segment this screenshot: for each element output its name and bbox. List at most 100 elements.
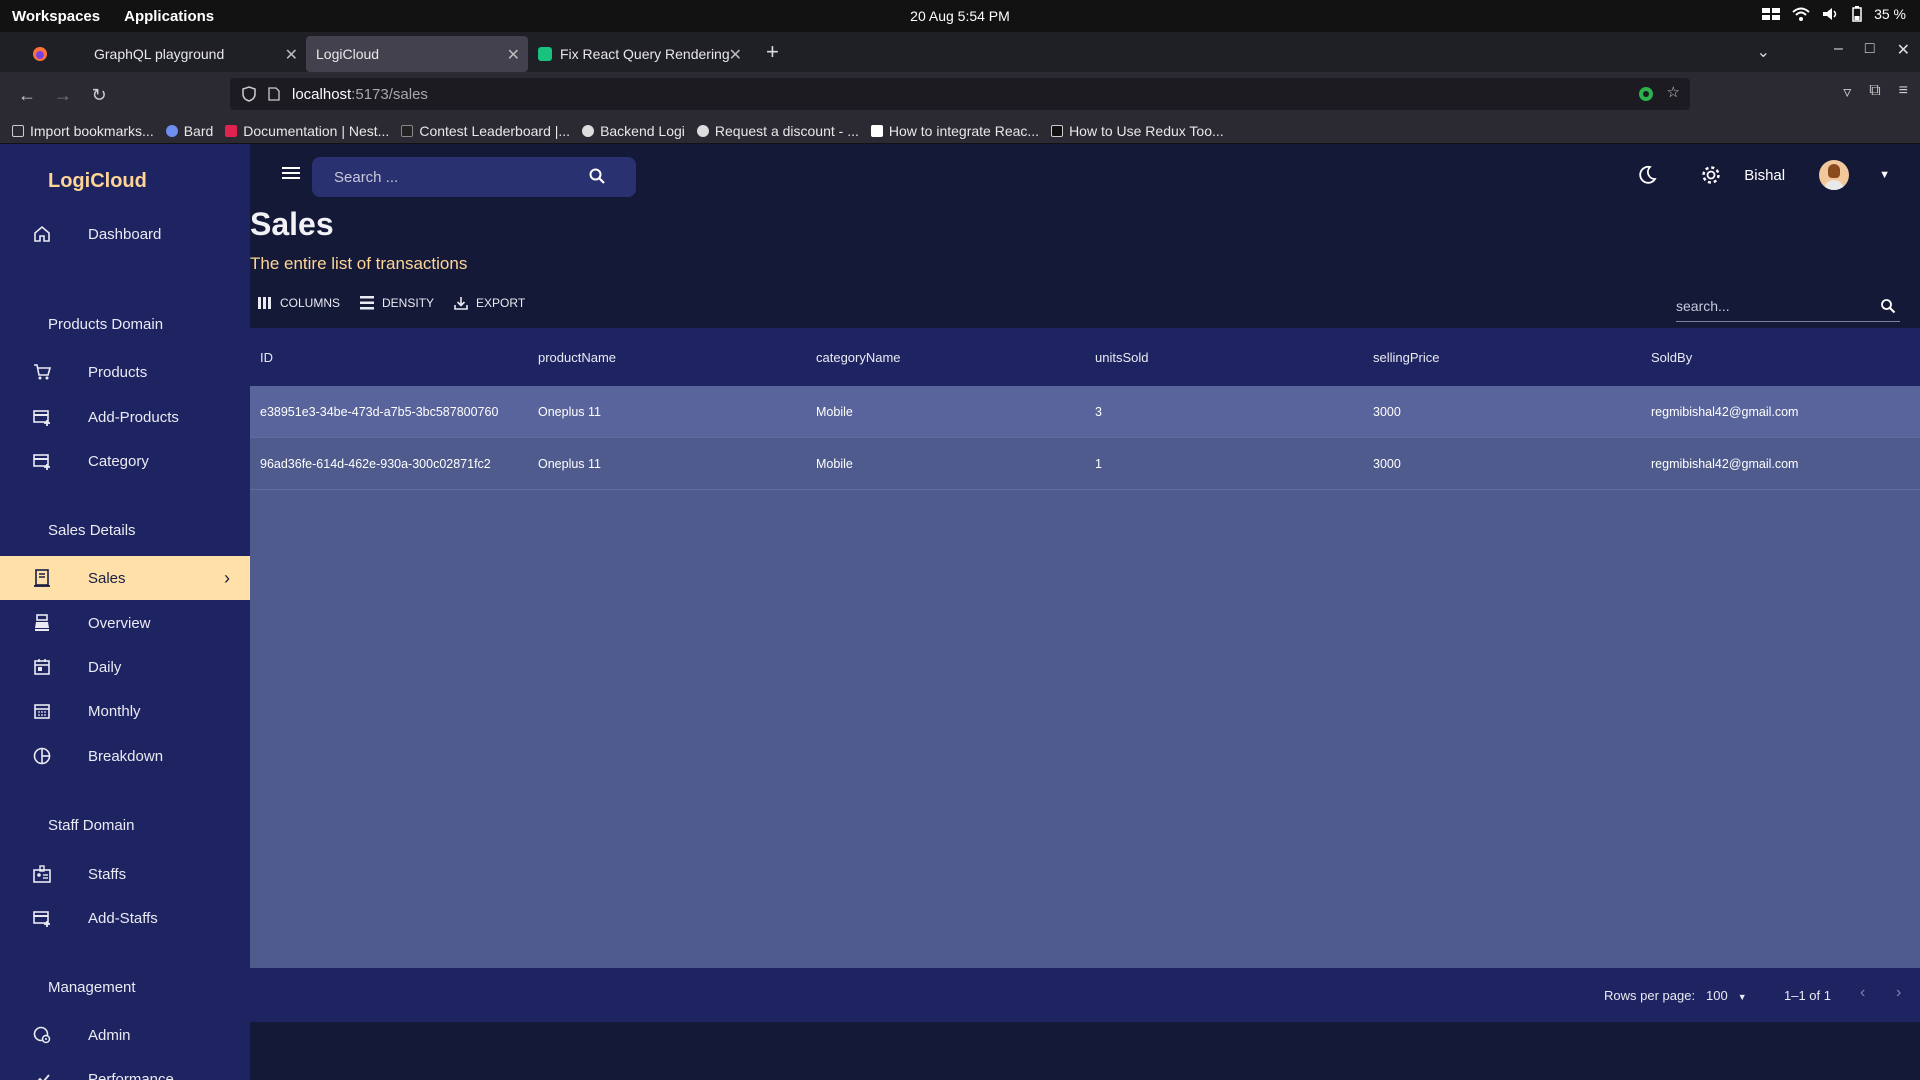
system-tray[interactable]: 35 % xyxy=(1762,6,1906,22)
sidebar-item-sales[interactable]: Sales › xyxy=(0,556,250,600)
cell-selling-price[interactable]: 3000 xyxy=(1373,405,1401,419)
column-header-selling-price[interactable]: sellingPrice xyxy=(1373,350,1439,365)
column-header-product-name[interactable]: productName xyxy=(538,350,616,365)
applications-button[interactable]: Applications xyxy=(124,8,214,25)
density-button[interactable]: DENSITY xyxy=(360,296,434,310)
bookmark-backend[interactable]: Backend Logi xyxy=(582,123,685,139)
bookmark-redux[interactable]: How to Use Redux Too... xyxy=(1051,123,1224,139)
workspaces-button[interactable]: Workspaces xyxy=(12,8,100,25)
sidebar-item-products[interactable]: Products xyxy=(0,350,250,394)
sidebar-item-admin[interactable]: Admin xyxy=(0,1013,250,1057)
bookmark-contest[interactable]: Contest Leaderboard |... xyxy=(401,123,570,139)
cell-selling-price[interactable]: 3000 xyxy=(1373,457,1401,471)
tab-fix-react-query[interactable]: Fix React Query Rendering ✕ xyxy=(528,36,750,72)
cell-sold-by[interactable]: regmibishal42@gmail.com xyxy=(1651,405,1798,419)
sidebar-item-add-staffs[interactable]: Add-Staffs xyxy=(0,896,250,940)
rows-per-page-select[interactable]: 100 ▼ xyxy=(1706,988,1747,1003)
receipt-icon xyxy=(34,569,50,587)
new-tab-button[interactable]: + xyxy=(766,39,779,65)
bookmark-discount[interactable]: Request a discount - ... xyxy=(696,123,859,139)
cart-icon xyxy=(34,364,52,380)
bookmark-nest-docs[interactable]: Documentation | Nest... xyxy=(225,123,389,139)
menu-icon[interactable]: ≡ xyxy=(1899,82,1908,102)
firefox-view-button[interactable] xyxy=(0,36,80,72)
forward-icon[interactable]: → xyxy=(54,85,72,106)
battery-icon xyxy=(1852,6,1862,22)
browser-tab-bar: GraphQL playground ✕ LogiCloud ✕ Fix Rea… xyxy=(0,32,1920,72)
columns-button[interactable]: COLUMNS xyxy=(258,296,340,310)
settings-icon[interactable] xyxy=(1700,164,1722,186)
chevron-down-icon[interactable]: ▼ xyxy=(1879,169,1890,181)
bookmark-bard[interactable]: Bard xyxy=(165,123,213,139)
grid-search-input[interactable]: search... xyxy=(1676,294,1900,322)
reload-icon[interactable]: ↻ xyxy=(90,85,108,106)
sidebar-item-monthly[interactable]: Monthly xyxy=(0,689,250,733)
back-icon[interactable]: ← xyxy=(18,85,36,106)
calendar-day-icon xyxy=(34,659,50,675)
github-icon xyxy=(696,124,709,137)
cell-units-sold[interactable]: 1 xyxy=(1095,457,1102,471)
tab-logicloud[interactable]: LogiCloud ✕ xyxy=(306,36,528,72)
extension-status-icon[interactable] xyxy=(1638,86,1654,102)
cell-id[interactable]: e38951e3-34be-473d-a7b5-3bc587800760 xyxy=(260,405,498,419)
calendar-month-icon xyxy=(34,704,50,719)
table-body: e38951e3-34be-473d-a7b5-3bc587800760 One… xyxy=(250,386,1920,968)
close-icon[interactable]: ✕ xyxy=(507,45,520,65)
username[interactable]: Bishal xyxy=(1744,167,1785,184)
cell-category-name[interactable]: Mobile xyxy=(816,405,853,419)
brand-logo[interactable]: LogiCloud xyxy=(48,170,147,193)
sidebar-item-breakdown[interactable]: Breakdown xyxy=(0,734,250,778)
avatar[interactable] xyxy=(1819,160,1850,190)
bookmark-import[interactable]: Import bookmarks... xyxy=(12,123,154,139)
close-icon[interactable]: ✕ xyxy=(285,45,298,65)
pocket-icon[interactable]: ▿ xyxy=(1843,82,1851,102)
clock[interactable]: 20 Aug 5:54 PM xyxy=(0,8,1920,24)
search-placeholder: Search ... xyxy=(334,168,399,186)
url-host: localhost xyxy=(292,85,352,103)
column-header-category-name[interactable]: categoryName xyxy=(816,350,901,365)
sidebar-item-daily[interactable]: Daily xyxy=(0,645,250,689)
menu-icon[interactable] xyxy=(282,166,300,180)
sidebar-item-staffs[interactable]: Staffs xyxy=(0,852,250,896)
grid-search-placeholder: search... xyxy=(1676,298,1730,314)
search-input[interactable]: Search ... xyxy=(312,157,636,197)
column-header-units-sold[interactable]: unitsSold xyxy=(1095,350,1148,365)
column-header-sold-by[interactable]: SoldBy xyxy=(1651,350,1692,365)
url-bar[interactable]: localhost:5173/sales ☆ xyxy=(230,78,1690,110)
sidebar-item-label: Dashboard xyxy=(88,225,162,243)
dark-mode-icon[interactable] xyxy=(1636,164,1658,186)
sidebar-item-label: Admin xyxy=(88,1026,131,1044)
sidebar-item-label: Sales xyxy=(88,569,126,587)
list-all-tabs-icon[interactable]: ⌄ xyxy=(1757,42,1770,62)
sidebar-item-performance[interactable]: Performance xyxy=(0,1057,250,1080)
grid-toolbar: COLUMNS DENSITY EXPORT xyxy=(258,296,535,310)
bookmark-react[interactable]: How to integrate Reac... xyxy=(870,123,1039,139)
sidebar-item-dashboard[interactable]: Dashboard xyxy=(0,212,250,256)
minimize-icon[interactable]: – xyxy=(1834,40,1843,60)
tab-graphql-playground[interactable]: GraphQL playground ✕ xyxy=(80,36,306,72)
close-icon[interactable]: ✕ xyxy=(729,45,742,65)
table-row[interactable]: e38951e3-34be-473d-a7b5-3bc587800760 One… xyxy=(250,386,1920,438)
export-button[interactable]: EXPORT xyxy=(454,296,525,310)
contest-icon xyxy=(401,124,414,137)
extensions-icon[interactable]: ⧉ xyxy=(1869,82,1880,102)
column-header-id[interactable]: ID xyxy=(260,350,273,365)
search-icon[interactable] xyxy=(588,167,606,185)
sidebar-item-overview[interactable]: Overview xyxy=(0,601,250,645)
bookmarks-toolbar: Import bookmarks... Bard Documentation |… xyxy=(0,118,1920,144)
cell-product-name[interactable]: Oneplus 11 xyxy=(538,457,601,471)
cell-units-sold[interactable]: 3 xyxy=(1095,405,1102,419)
sidebar-item-add-products[interactable]: Add-Products xyxy=(0,395,250,439)
close-window-icon[interactable]: ✕ xyxy=(1897,40,1910,60)
bookmark-star-icon[interactable]: ☆ xyxy=(1667,83,1680,101)
sidebar-item-category[interactable]: Category xyxy=(0,439,250,483)
next-page-icon[interactable]: › xyxy=(1896,984,1901,1002)
previous-page-icon[interactable]: ‹ xyxy=(1860,984,1865,1002)
sidebar-item-label: Breakdown xyxy=(88,747,164,765)
cell-id[interactable]: 96ad36fe-614d-462e-930a-300c02871fc2 xyxy=(260,457,491,471)
cell-sold-by[interactable]: regmibishal42@gmail.com xyxy=(1651,457,1798,471)
cell-category-name[interactable]: Mobile xyxy=(816,457,853,471)
table-row[interactable]: 96ad36fe-614d-462e-930a-300c02871fc2 One… xyxy=(250,438,1920,490)
cell-product-name[interactable]: Oneplus 11 xyxy=(538,405,601,419)
maximize-icon[interactable]: □ xyxy=(1865,40,1875,60)
